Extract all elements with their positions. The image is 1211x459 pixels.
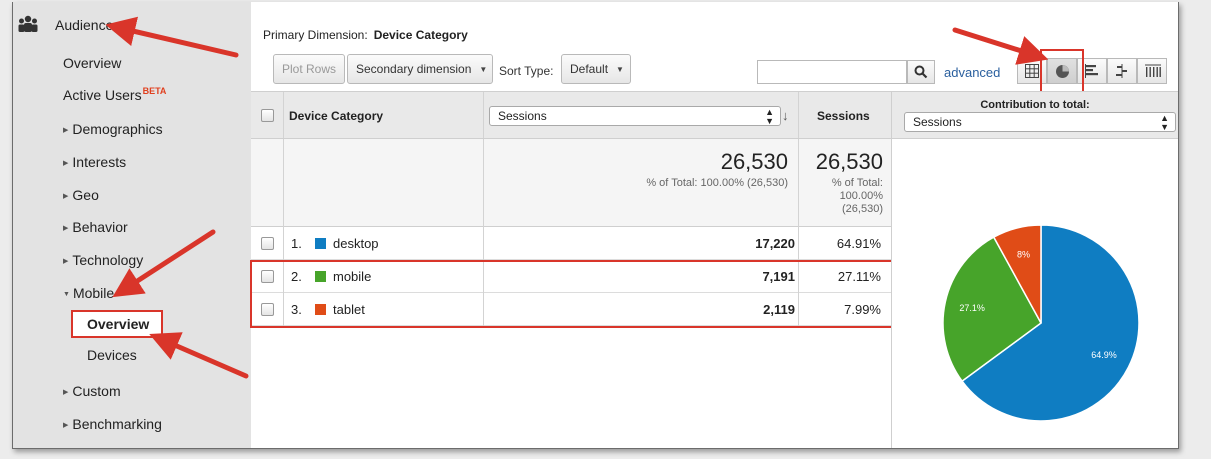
performance-view-icon bbox=[1085, 64, 1098, 78]
sidebar-item-label: Geo bbox=[72, 187, 99, 203]
column-divider bbox=[483, 92, 484, 138]
table-row[interactable]: 1. desktop 17,220 64.91% bbox=[251, 227, 891, 260]
chevron-right-icon: ▶ bbox=[63, 422, 69, 429]
select-all-checkbox[interactable] bbox=[261, 109, 274, 122]
report-main: Primary Dimension: Device Category Plot R… bbox=[250, 2, 1178, 448]
sidebar-item-label: Active Users bbox=[63, 87, 142, 103]
sidebar-item-label: Mobile bbox=[72, 285, 115, 301]
search-icon bbox=[914, 65, 928, 79]
total-sessions-percent: % of Total: 100.00% (26,530) bbox=[646, 177, 788, 189]
column-header-sessions[interactable]: Sessions bbox=[817, 109, 870, 123]
primary-dimension-label: Primary Dimension: bbox=[263, 28, 368, 42]
sort-type-value: Default bbox=[570, 62, 609, 76]
sidebar-section-audience[interactable]: Audience bbox=[55, 17, 113, 33]
rows-highlight bbox=[250, 260, 897, 328]
sidebar-item-overview[interactable]: Overview bbox=[63, 55, 121, 71]
sidebar-item-active-users[interactable]: Active UsersBETA bbox=[63, 86, 166, 103]
secondary-dimension-dropdown[interactable]: Secondary dimension ▼ bbox=[347, 54, 493, 84]
analytics-window: Audience Overview Active UsersBETA ▶ Demo… bbox=[12, 2, 1179, 449]
advanced-filter-link[interactable]: advanced bbox=[944, 65, 1000, 80]
chevron-right-icon: ▶ bbox=[63, 193, 69, 200]
search-button[interactable] bbox=[907, 60, 935, 84]
pie-label-desktop: 64.9% bbox=[1091, 350, 1117, 360]
pie-label-mobile: 27.1% bbox=[959, 303, 985, 313]
sidebar-item-mobile[interactable]: ▼ Mobile bbox=[63, 285, 114, 301]
sidebar: Audience Overview Active UsersBETA ▶ Demo… bbox=[13, 2, 251, 448]
pivot-view-icon bbox=[1145, 64, 1161, 77]
total-sessions-percent-line2: 100.00% bbox=[839, 190, 883, 202]
chevron-right-icon: ▶ bbox=[63, 258, 69, 265]
column-divider bbox=[798, 92, 799, 138]
sidebar-item-label: Demographics bbox=[72, 121, 163, 137]
column-divider bbox=[483, 227, 484, 260]
sort-type-label: Sort Type: bbox=[499, 64, 554, 78]
row-sessions-value: 17,220 bbox=[755, 236, 795, 251]
color-swatch bbox=[315, 238, 326, 249]
total-sessions-percent-line3: (26,530) bbox=[842, 203, 883, 215]
secondary-dimension-label: Secondary dimension bbox=[356, 62, 472, 76]
table-search-input[interactable] bbox=[757, 60, 907, 84]
pivot-view-button[interactable] bbox=[1137, 58, 1167, 84]
sidebar-subitem-mobile-overview[interactable]: Overview bbox=[87, 316, 149, 332]
sidebar-item-benchmarking[interactable]: ▶ Benchmarking bbox=[63, 416, 162, 432]
metric-select-value: Sessions bbox=[498, 109, 547, 123]
metric-select[interactable]: Sessions ▲ ▼ bbox=[489, 106, 781, 126]
primary-dimension-value[interactable]: Device Category bbox=[374, 28, 468, 42]
chevron-right-icon: ▶ bbox=[63, 127, 69, 134]
column-header-device-category[interactable]: Device Category bbox=[289, 109, 383, 123]
plot-rows-button[interactable]: Plot Rows bbox=[273, 54, 346, 84]
chevron-right-icon: ▶ bbox=[63, 225, 69, 232]
column-divider bbox=[798, 139, 799, 227]
sidebar-item-technology[interactable]: ▶ Technology bbox=[63, 252, 143, 268]
sidebar-item-custom[interactable]: ▶ Custom bbox=[63, 383, 121, 399]
column-divider bbox=[283, 139, 284, 227]
total-sessions-value: 26,530 bbox=[720, 149, 788, 174]
sidebar-item-interests[interactable]: ▶ Interests bbox=[63, 154, 126, 170]
pie-label-tablet: 8% bbox=[1017, 250, 1030, 260]
sidebar-item-label: Interests bbox=[72, 154, 127, 170]
row-sessions-percent: 64.91% bbox=[836, 236, 881, 251]
sidebar-item-label: Behavior bbox=[72, 219, 128, 235]
primary-dimension: Primary Dimension: Device Category bbox=[263, 28, 468, 42]
sidebar-item-behavior[interactable]: ▶ Behavior bbox=[63, 219, 128, 235]
totals-row: 26,530 % of Total: 100.00% (26,530) 26,5… bbox=[251, 139, 891, 227]
table-view-icon bbox=[1025, 64, 1039, 78]
total-sessions-percent-line1: % of Total: bbox=[831, 177, 883, 189]
contribution-pie-chart: 64.9% 27.1% 8% bbox=[942, 224, 1140, 422]
column-divider bbox=[483, 139, 484, 227]
comparison-view-icon bbox=[1116, 64, 1127, 78]
row-checkbox[interactable] bbox=[261, 237, 274, 250]
sidebar-item-geo[interactable]: ▶ Geo bbox=[63, 187, 99, 203]
pie-view-highlight bbox=[1040, 49, 1084, 93]
sidebar-item-label: Technology bbox=[72, 252, 144, 268]
sort-type-dropdown[interactable]: Default ▼ bbox=[561, 54, 631, 84]
row-label[interactable]: desktop bbox=[333, 236, 379, 251]
chevron-down-icon: ▼ bbox=[479, 65, 488, 74]
row-index: 1. bbox=[291, 236, 302, 251]
column-divider bbox=[798, 227, 799, 260]
chevron-right-icon: ▶ bbox=[63, 160, 69, 167]
sidebar-item-label: Custom bbox=[72, 383, 121, 399]
select-arrows-icon: ▲ ▼ bbox=[765, 107, 774, 126]
chevron-down-icon: ▼ bbox=[616, 65, 624, 74]
sort-descending-icon[interactable]: ↓ bbox=[782, 108, 789, 123]
chevron-down-icon: ▼ bbox=[63, 291, 70, 298]
sidebar-item-demographics[interactable]: ▶ Demographics bbox=[63, 121, 163, 137]
beta-badge: BETA bbox=[142, 86, 167, 96]
chevron-right-icon: ▶ bbox=[63, 389, 69, 396]
audience-icon bbox=[18, 15, 38, 32]
sidebar-subitem-devices[interactable]: Devices bbox=[87, 347, 137, 363]
comparison-view-button[interactable] bbox=[1107, 58, 1137, 84]
sidebar-item-label: Benchmarking bbox=[72, 416, 162, 432]
column-divider bbox=[283, 92, 284, 138]
column-divider bbox=[283, 227, 284, 260]
total-sessions-value-2: 26,530 bbox=[815, 149, 883, 174]
